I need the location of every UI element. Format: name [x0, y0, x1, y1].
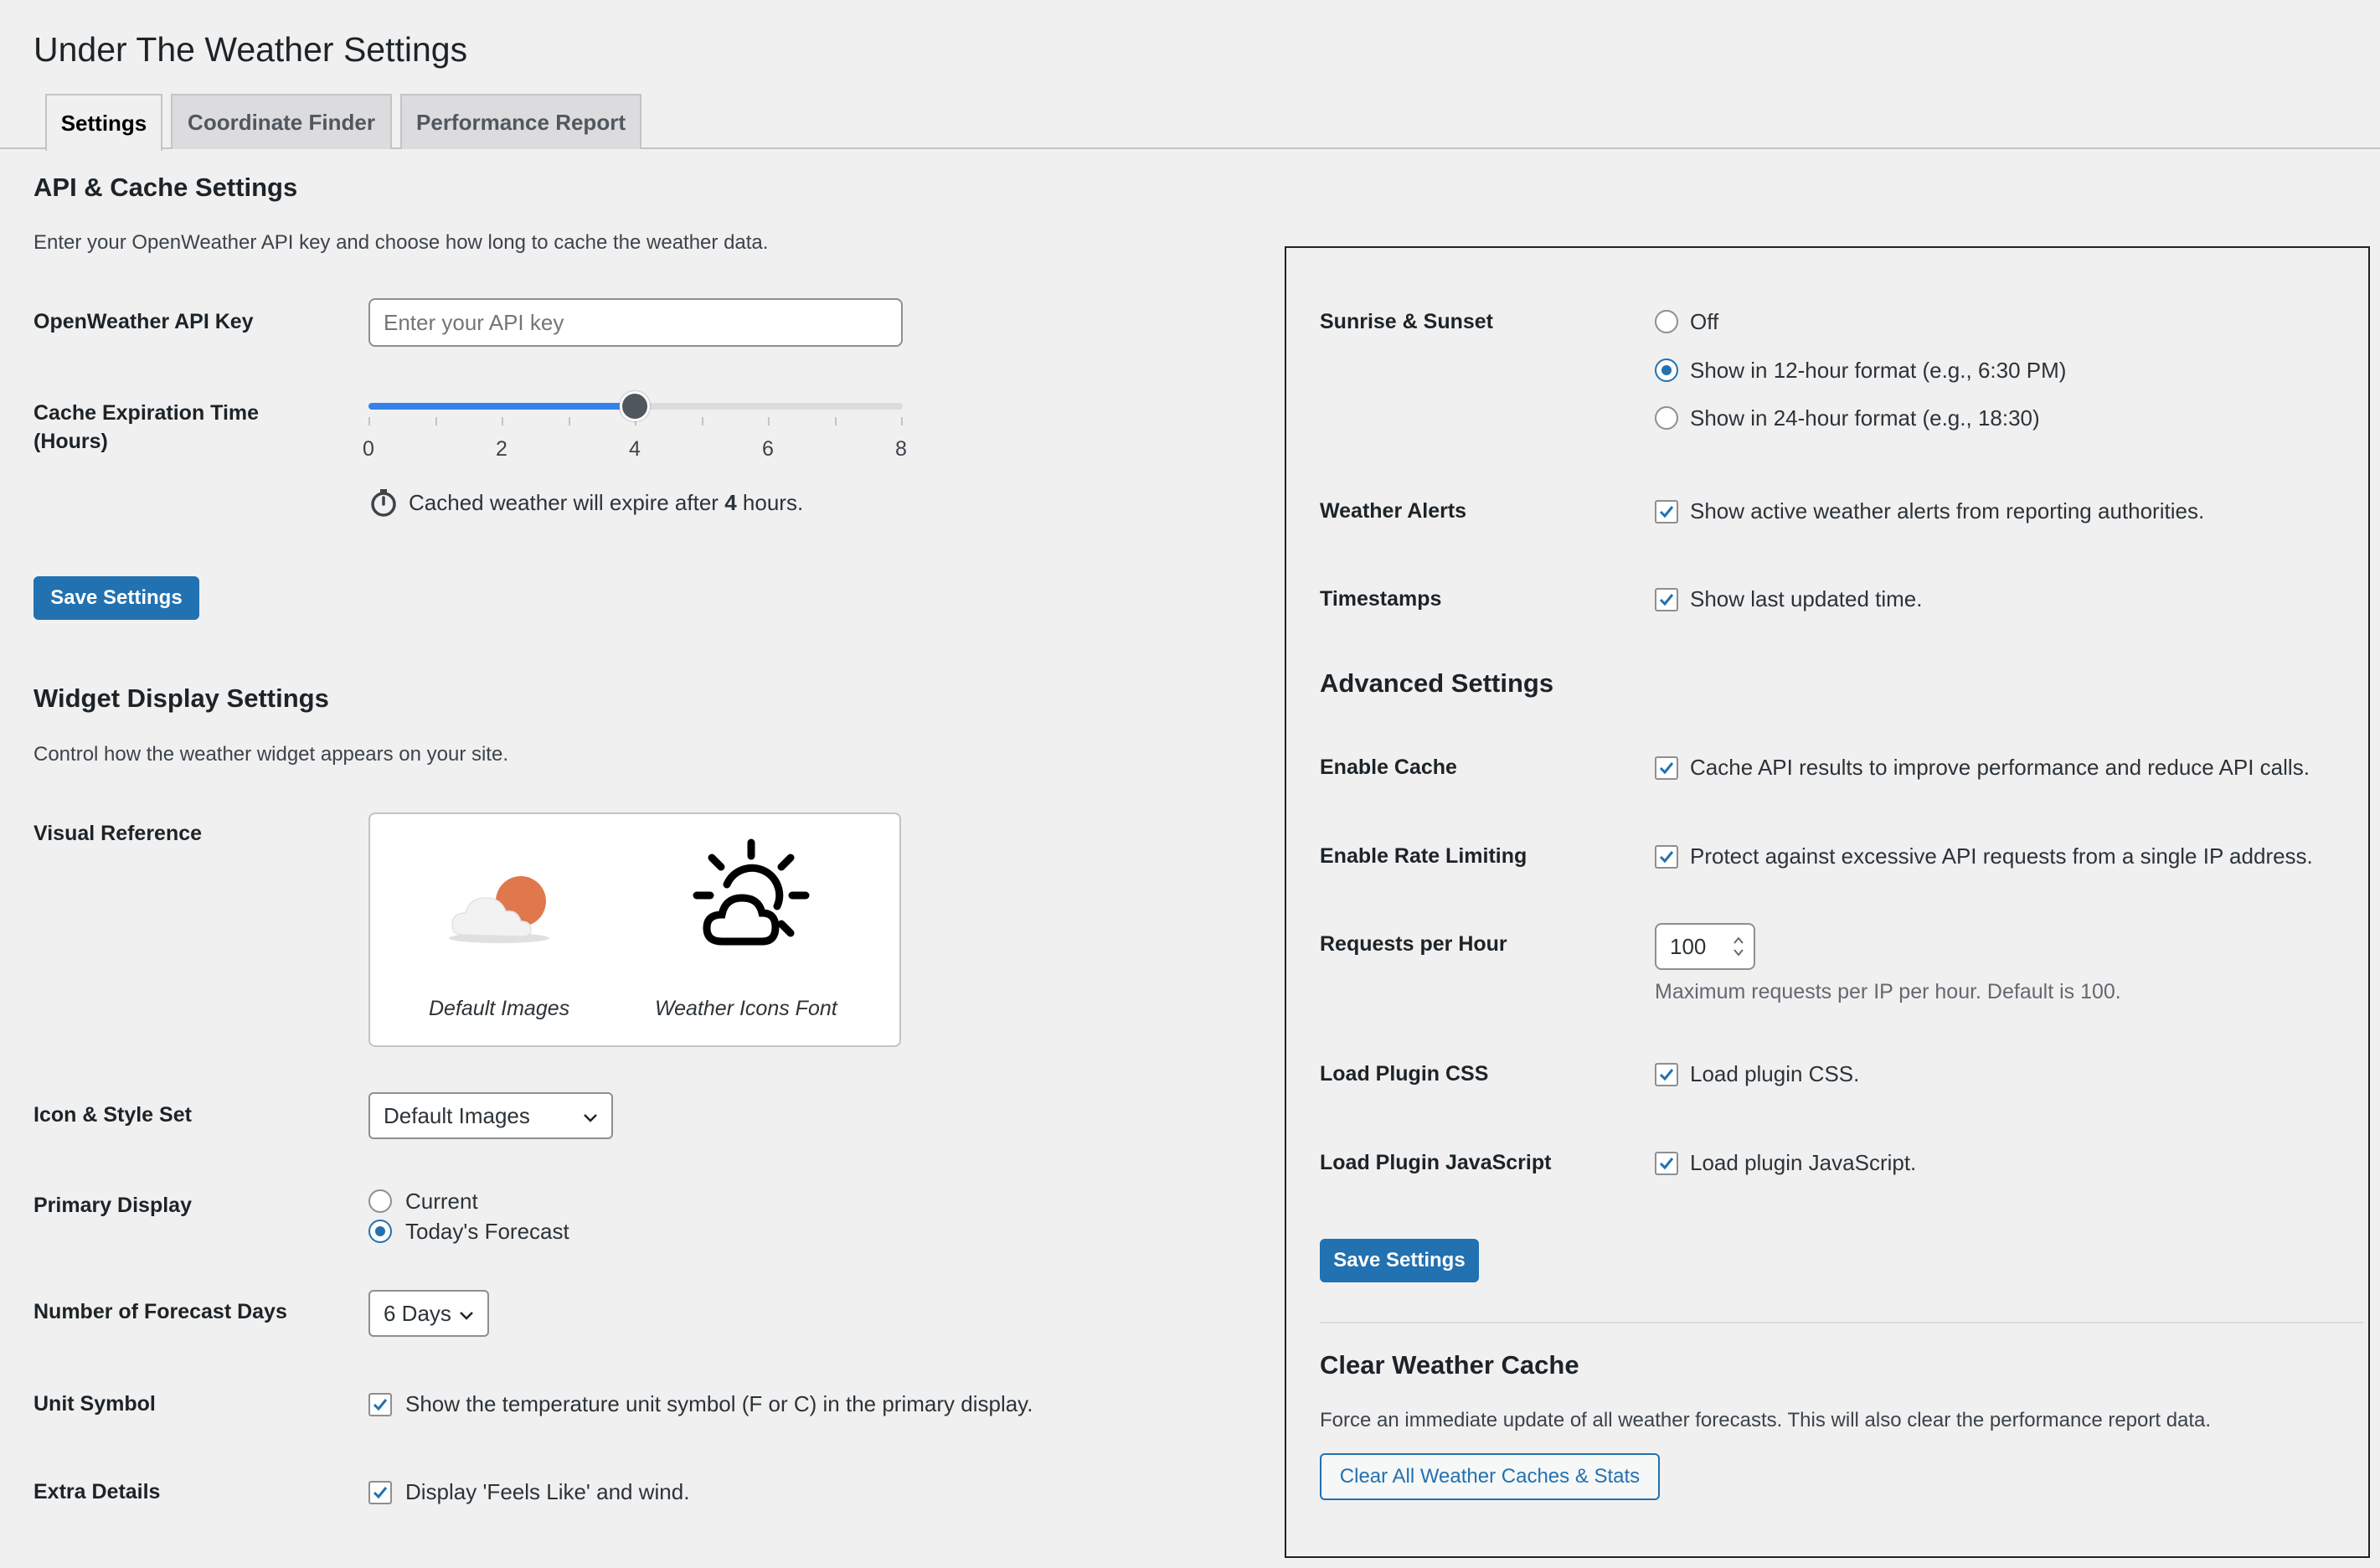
cache-slider-thumb[interactable]	[620, 391, 650, 421]
weather-alerts-label: Weather Alerts	[1320, 499, 1467, 523]
timestamps-text: Show last updated time.	[1690, 586, 1923, 611]
widget-display-heading: Widget Display Settings	[33, 683, 329, 713]
api-key-label: OpenWeather API Key	[33, 310, 254, 333]
requests-per-hour-label: Requests per Hour	[1320, 932, 1507, 956]
slider-tick-label: 6	[762, 437, 774, 461]
expire-text-after: hours.	[742, 489, 804, 515]
clear-cache-description: Force an immediate update of all weather…	[1320, 1409, 2212, 1431]
load-css-text: Load plugin CSS.	[1690, 1061, 1860, 1086]
requests-per-hour-input[interactable]: 100	[1655, 923, 1755, 970]
stopwatch-icon	[368, 487, 399, 518]
clear-all-caches-button[interactable]: Clear All Weather Caches & Stats	[1320, 1453, 1660, 1500]
icon-style-set-label: Icon & Style Set	[33, 1103, 192, 1127]
load-js-checkbox[interactable]	[1655, 1152, 1678, 1175]
forecast-days-value: 6 Days	[384, 1300, 451, 1326]
tab-performance-report[interactable]: Performance Report	[400, 94, 641, 149]
slider-tick	[568, 417, 570, 426]
slider-tick	[368, 417, 370, 426]
enable-cache-text: Cache API results to improve performance…	[1690, 755, 2310, 780]
api-key-input[interactable]	[368, 298, 903, 347]
api-cache-heading: API & Cache Settings	[33, 173, 298, 202]
page-title: Under The Weather Settings	[33, 30, 468, 69]
timestamps-label: Timestamps	[1320, 587, 1442, 611]
primary-display-todays-forecast-radio[interactable]	[368, 1220, 392, 1243]
rate-limiting-label: Enable Rate Limiting	[1320, 844, 1527, 868]
section-divider	[1320, 1322, 2363, 1323]
visual-reference-label: Visual Reference	[33, 822, 203, 845]
api-cache-description: Enter your OpenWeather API key and choos…	[33, 231, 769, 254]
cache-expire-message: Cached weather will expire after 4 hours…	[368, 487, 803, 518]
unit-symbol-label: Unit Symbol	[33, 1392, 156, 1416]
sunrise-off-label: Off	[1690, 309, 1719, 334]
load-css-label: Load Plugin CSS	[1320, 1062, 1489, 1086]
slider-tick	[834, 417, 837, 426]
advanced-settings-heading: Advanced Settings	[1320, 668, 1554, 698]
tab-settings[interactable]: Settings	[45, 94, 162, 151]
save-settings-button[interactable]: Save Settings	[33, 576, 199, 620]
chevron-down-icon	[457, 1304, 476, 1323]
cache-expiration-label-line1: Cache Expiration Time	[33, 401, 260, 425]
primary-display-label: Primary Display	[33, 1194, 192, 1217]
sunrise-12h-label: Show in 12-hour format (e.g., 6:30 PM)	[1690, 358, 2067, 383]
caption-default-images: Default Images	[429, 997, 570, 1020]
slider-tick-label: 2	[496, 437, 507, 461]
load-js-text: Load plugin JavaScript.	[1690, 1150, 1917, 1175]
expire-text-before: Cached weather will expire after	[409, 489, 719, 515]
sunrise-24h-radio[interactable]	[1655, 406, 1678, 430]
requests-per-hour-value: 100	[1670, 933, 1707, 959]
rate-limiting-checkbox[interactable]	[1655, 845, 1678, 869]
load-css-checkbox[interactable]	[1655, 1063, 1678, 1086]
load-js-label: Load Plugin JavaScript	[1320, 1151, 1552, 1174]
slider-tick	[701, 417, 703, 426]
extra-details-label: Extra Details	[33, 1480, 161, 1504]
unit-symbol-checkbox[interactable]	[368, 1393, 392, 1416]
rate-limiting-text: Protect against excessive API requests f…	[1690, 843, 2313, 869]
slider-tick	[768, 417, 770, 426]
save-settings-button-advanced[interactable]: Save Settings	[1320, 1239, 1479, 1282]
slider-tick	[435, 417, 437, 426]
cloud-sun-image-icon	[444, 866, 561, 950]
weather-alerts-text: Show active weather alerts from reportin…	[1690, 498, 2205, 524]
slider-tick-label: 4	[629, 437, 641, 461]
timestamps-checkbox[interactable]	[1655, 588, 1678, 611]
partly-cloudy-font-icon	[688, 833, 814, 958]
primary-display-todays-forecast-label: Today's Forecast	[405, 1219, 569, 1244]
cache-expiration-label: Cache Expiration Time (Hours)	[33, 399, 259, 456]
extra-details-text: Display 'Feels Like' and wind.	[405, 1479, 690, 1504]
extra-details-checkbox[interactable]	[368, 1481, 392, 1504]
primary-display-current-radio[interactable]	[368, 1189, 392, 1213]
tab-bar: Settings Coordinate Finder Performance R…	[0, 94, 2380, 151]
requests-per-hour-help: Maximum requests per IP per hour. Defaul…	[1655, 980, 2121, 1003]
stepper-icon[interactable]	[1732, 933, 1745, 960]
sunrise-sunset-label: Sunrise & Sunset	[1320, 310, 1493, 333]
slider-tick-label: 8	[895, 437, 907, 461]
cache-slider-fill	[368, 403, 635, 410]
sunrise-off-radio[interactable]	[1655, 310, 1678, 333]
slider-tick	[502, 417, 503, 426]
unit-symbol-text: Show the temperature unit symbol (F or C…	[405, 1391, 1033, 1416]
caption-weather-icons-font: Weather Icons Font	[655, 997, 837, 1020]
forecast-days-select[interactable]: 6 Days	[368, 1290, 489, 1337]
sunrise-12h-radio[interactable]	[1655, 358, 1678, 382]
slider-tick-label: 0	[363, 437, 374, 461]
primary-display-current-label: Current	[405, 1189, 478, 1214]
forecast-days-label: Number of Forecast Days	[33, 1300, 287, 1323]
expire-hours: 4	[724, 489, 737, 515]
widget-display-description: Control how the weather widget appears o…	[33, 743, 508, 766]
cache-expiration-label-line2: (Hours)	[33, 430, 108, 453]
enable-cache-label: Enable Cache	[1320, 756, 1457, 779]
icon-style-set-value: Default Images	[384, 1102, 530, 1128]
tab-coordinate-finder[interactable]: Coordinate Finder	[171, 94, 392, 149]
enable-cache-checkbox[interactable]	[1655, 756, 1678, 780]
chevron-down-icon	[581, 1106, 600, 1125]
weather-alerts-checkbox[interactable]	[1655, 500, 1678, 524]
visual-reference-box: Default Images Weather Icons Font	[368, 812, 901, 1047]
slider-tick	[901, 417, 903, 426]
sunrise-24h-label: Show in 24-hour format (e.g., 18:30)	[1690, 405, 2040, 431]
clear-cache-heading: Clear Weather Cache	[1320, 1350, 1579, 1380]
icon-style-set-select[interactable]: Default Images	[368, 1092, 613, 1139]
